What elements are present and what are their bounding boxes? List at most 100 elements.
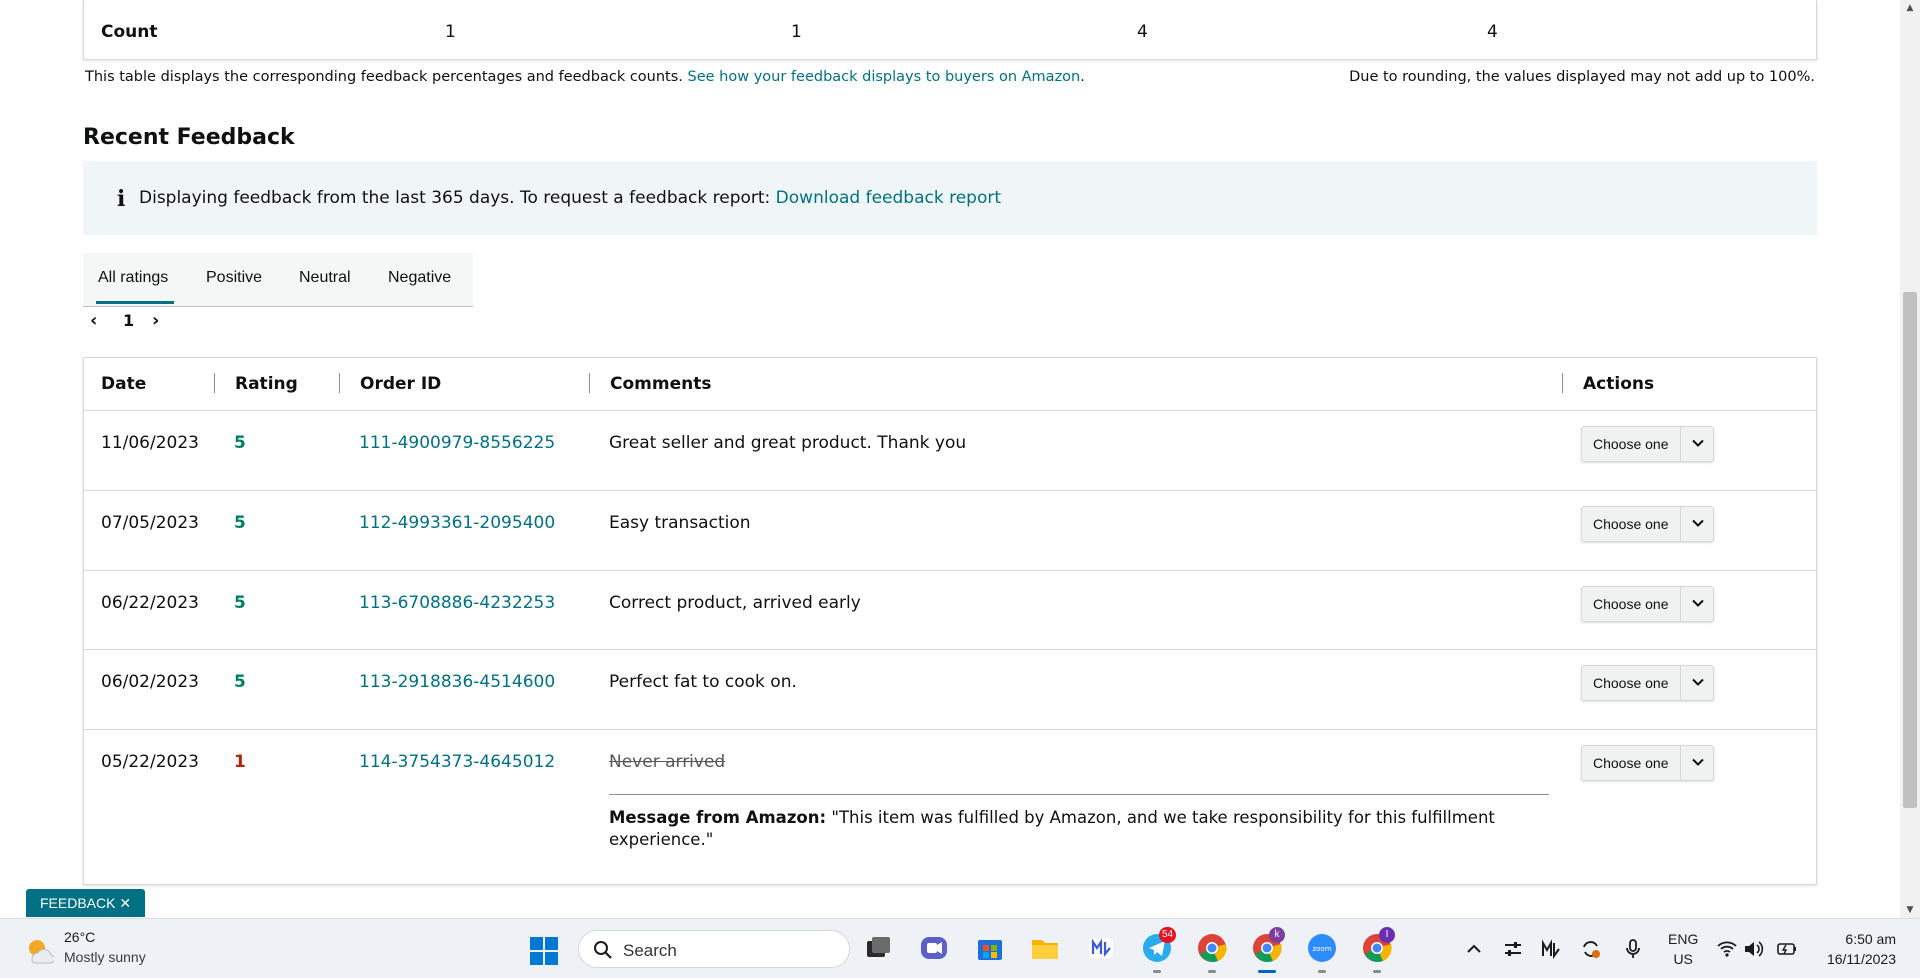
microphone-icon[interactable] xyxy=(1622,938,1644,960)
dropdown-divider xyxy=(1680,746,1681,780)
column-divider xyxy=(1562,373,1563,393)
table-note-text: This table displays the corresponding fe… xyxy=(85,69,688,85)
row-rating: 5 xyxy=(234,513,246,533)
table-row: 07/05/2023 5 112-4993361-2095400 Easy tr… xyxy=(84,491,1816,571)
recent-feedback-table: Date Rating Order ID Comments Actions 11… xyxy=(83,357,1817,885)
tab-all-ratings[interactable]: All ratings xyxy=(95,269,175,304)
order-id-link[interactable]: 113-2918836-4514600 xyxy=(359,672,555,692)
info-message: Displaying feedback from the last 365 da… xyxy=(139,188,776,208)
rounding-note: Due to rounding, the values displayed ma… xyxy=(1349,69,1815,85)
feedback-display-link[interactable]: See how your feedback displays to buyers… xyxy=(688,69,1081,85)
action-dropdown[interactable]: Choose one xyxy=(1581,745,1714,781)
zoom-icon[interactable]: zoom xyxy=(1306,932,1338,964)
amazon-message: Message from Amazon: "This item was fulf… xyxy=(609,794,1549,851)
dropdown-divider xyxy=(1680,587,1681,621)
task-view-icon[interactable] xyxy=(862,932,894,964)
teams-chat-icon[interactable] xyxy=(918,932,950,964)
row-date: 11/06/2023 xyxy=(101,433,199,453)
action-dropdown[interactable]: Choose one xyxy=(1581,426,1714,462)
action-dropdown[interactable]: Choose one xyxy=(1581,506,1714,542)
row-rating: 5 xyxy=(234,593,246,613)
sliders-icon[interactable] xyxy=(1502,938,1524,960)
weather-temperature[interactable]: 26°C xyxy=(64,929,95,945)
action-dropdown-label: Choose one xyxy=(1593,596,1669,612)
scroll-up-icon[interactable]: ▲ xyxy=(1900,0,1920,16)
recent-feedback-heading: Recent Feedback xyxy=(83,125,295,150)
tab-negative[interactable]: Negative xyxy=(388,269,451,287)
dropdown-divider xyxy=(1680,427,1681,461)
action-dropdown-label: Choose one xyxy=(1593,675,1669,691)
chrome-profile-icon[interactable] xyxy=(1196,932,1228,964)
mail-tray-icon[interactable] xyxy=(1540,938,1562,960)
wifi-icon[interactable] xyxy=(1716,938,1738,960)
column-divider xyxy=(214,373,215,393)
feedback-widget-button[interactable]: FEEDBACK ✕ xyxy=(26,889,146,917)
chevron-down-icon xyxy=(1692,599,1704,607)
current-page: 1 xyxy=(123,311,135,330)
count-cell: 4 xyxy=(1137,22,1148,42)
row-comment: Perfect fat to cook on. xyxy=(609,672,797,692)
dropdown-divider xyxy=(1680,666,1681,700)
mail-app-icon[interactable] xyxy=(1085,932,1117,964)
action-dropdown[interactable]: Choose one xyxy=(1581,665,1714,701)
table-note-end: . xyxy=(1080,69,1085,85)
count-cell: 1 xyxy=(791,22,802,42)
microsoft-store-icon[interactable] xyxy=(974,932,1006,964)
tab-positive[interactable]: Positive xyxy=(206,269,262,287)
download-feedback-report-link[interactable]: Download feedback report xyxy=(776,188,1001,208)
windows-start-icon[interactable] xyxy=(529,936,559,966)
header-order-id: Order ID xyxy=(360,374,442,394)
windows-taskbar: 26°C Mostly sunny Search 54 k zoom I ENG… xyxy=(0,918,1920,978)
count-row-label: Count xyxy=(101,22,158,42)
chrome-profile-badge: I xyxy=(1379,927,1395,943)
header-date: Date xyxy=(101,374,147,394)
volume-icon[interactable] xyxy=(1742,938,1764,960)
seller-feedback-page: Count 1 1 4 4 This table displays the co… xyxy=(0,0,1900,918)
chevron-down-icon xyxy=(1692,758,1704,766)
row-date: 06/02/2023 xyxy=(101,672,199,692)
order-id-link[interactable]: 112-4993361-2095400 xyxy=(359,513,555,533)
chevron-down-icon xyxy=(1692,439,1704,447)
prev-page-button[interactable]: ‹ xyxy=(90,310,97,331)
file-explorer-icon[interactable] xyxy=(1029,932,1061,964)
info-text: Displaying feedback from the last 365 da… xyxy=(139,188,1001,208)
table-note: This table displays the corresponding fe… xyxy=(85,69,1085,85)
clock-date: 16/11/2023 xyxy=(1826,951,1896,967)
header-comments: Comments xyxy=(610,374,712,394)
keyboard-region: US xyxy=(1673,951,1693,967)
sync-icon[interactable] xyxy=(1580,938,1602,960)
row-date: 05/22/2023 xyxy=(101,752,199,772)
clock-time: 6:50 am xyxy=(1845,931,1896,947)
column-divider xyxy=(339,373,340,393)
count-cell: 1 xyxy=(445,22,456,42)
weather-description[interactable]: Mostly sunny xyxy=(64,949,146,965)
page-scrollbar[interactable]: ▲ ▼ xyxy=(1900,0,1920,918)
order-id-link[interactable]: 111-4900979-8556225 xyxy=(359,433,555,453)
count-cell: 4 xyxy=(1487,22,1498,42)
battery-icon[interactable] xyxy=(1776,938,1798,960)
tab-neutral[interactable]: Neutral xyxy=(299,269,351,287)
table-header: Date Rating Order ID Comments Actions xyxy=(84,358,1816,411)
action-dropdown[interactable]: Choose one xyxy=(1581,586,1714,622)
header-rating: Rating xyxy=(235,374,298,394)
running-indicator xyxy=(1208,970,1216,973)
order-id-link[interactable]: 114-3754373-4645012 xyxy=(359,752,555,772)
dropdown-divider xyxy=(1680,507,1681,541)
order-id-link[interactable]: 113-6708886-4232253 xyxy=(359,593,555,613)
language-indicator[interactable]: ENG US xyxy=(1668,929,1698,969)
system-clock[interactable]: 6:50 am 16/11/2023 xyxy=(1816,929,1896,969)
partly-sunny-icon[interactable] xyxy=(24,935,54,965)
scrollbar-thumb[interactable] xyxy=(1903,292,1917,808)
taskbar-search[interactable]: Search xyxy=(578,930,850,968)
next-page-button[interactable]: › xyxy=(152,310,159,331)
row-rating: 5 xyxy=(234,672,246,692)
chevron-down-icon xyxy=(1692,519,1704,527)
row-date: 06/22/2023 xyxy=(101,593,199,613)
scroll-down-icon[interactable]: ▼ xyxy=(1900,902,1920,918)
chevron-up-icon[interactable] xyxy=(1463,938,1485,960)
telegram-badge: 54 xyxy=(1159,927,1177,943)
rating-filter-tabs: All ratings Positive Neutral Negative xyxy=(83,253,473,307)
row-comment: Great seller and great product. Thank yo… xyxy=(609,433,967,453)
chevron-down-icon xyxy=(1692,678,1704,686)
action-dropdown-label: Choose one xyxy=(1593,436,1669,452)
